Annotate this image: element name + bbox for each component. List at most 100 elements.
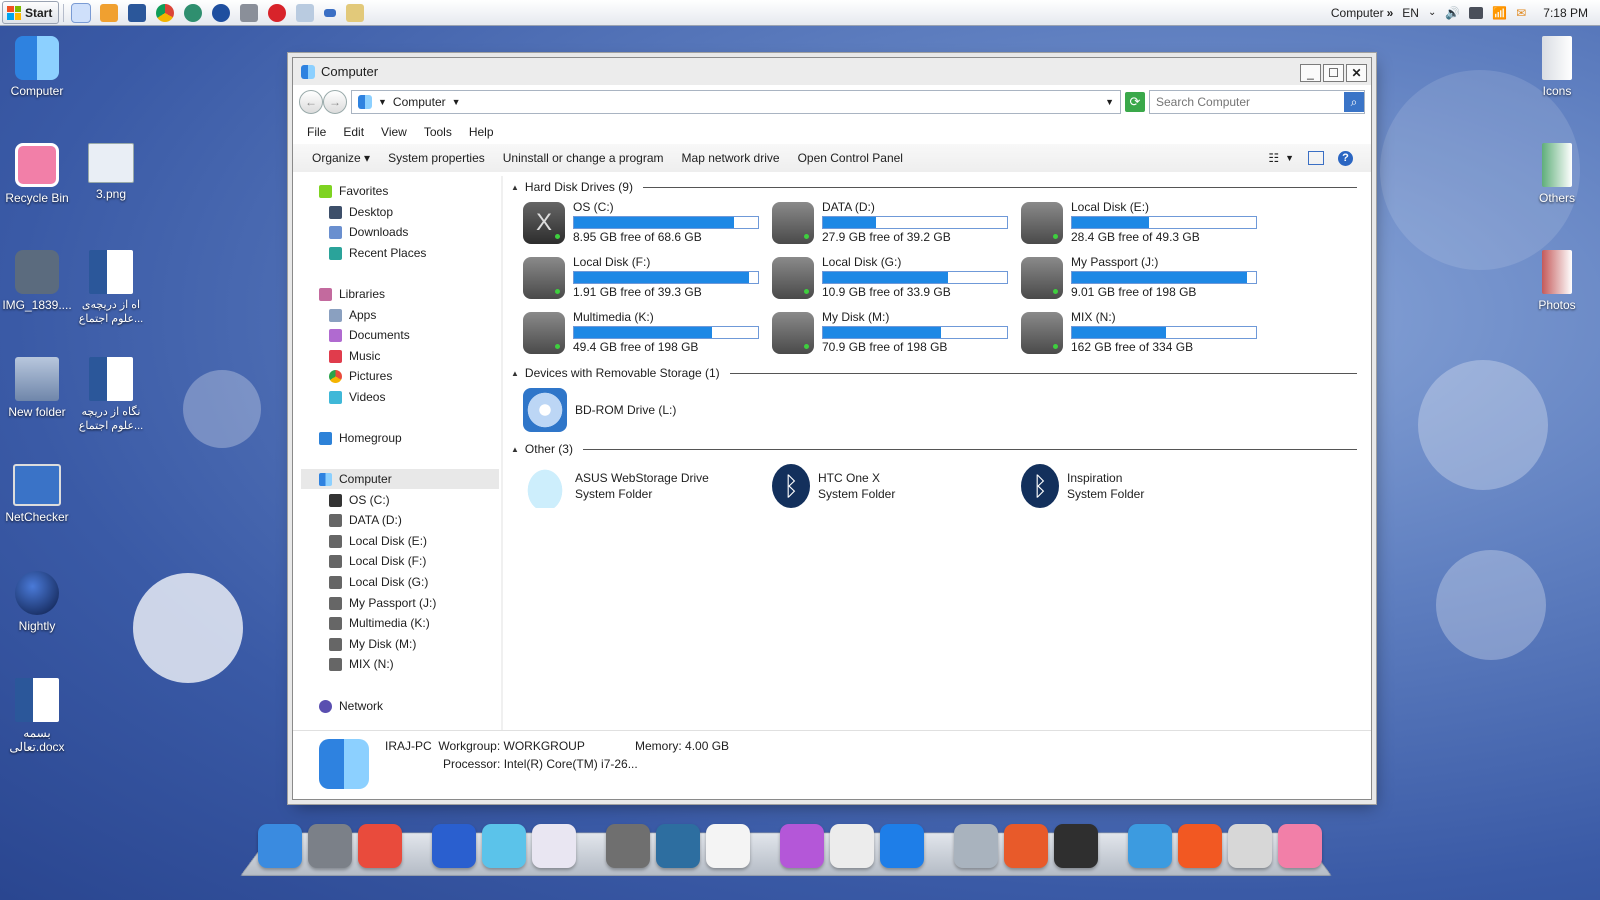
power-icon[interactable] [1178, 824, 1222, 868]
drive-utility-icon[interactable] [954, 824, 998, 868]
nav-drive-g[interactable]: Local Disk (G:) [329, 572, 428, 592]
itunes-icon[interactable] [780, 824, 824, 868]
open-control-panel-button[interactable]: Open Control Panel [789, 151, 912, 165]
location-dropdown-icon[interactable]: ▼ [378, 97, 387, 107]
help-icon[interactable]: ? [1338, 150, 1353, 166]
drive-tile[interactable]: MIX (N:) 162 GB free of 334 GB [1021, 310, 1261, 356]
inspiration-device[interactable]: ᛒ Inspiration System Folder [1021, 464, 1144, 508]
icloud-icon[interactable] [830, 824, 874, 868]
nav-pictures[interactable]: Pictures [329, 366, 392, 386]
nav-drive-j[interactable]: My Passport (J:) [329, 593, 436, 613]
browser-globe-icon[interactable] [212, 3, 231, 22]
desktop-icon-computer[interactable]: Computer [0, 36, 74, 98]
clapperboard-icon[interactable] [482, 824, 526, 868]
menu-view[interactable]: View [381, 125, 407, 139]
minimize-button[interactable]: _ [1300, 64, 1321, 82]
nav-libraries[interactable]: Libraries [319, 284, 385, 304]
collapse-triangle-icon[interactable]: ▲ [511, 369, 519, 378]
drive-tile[interactable]: My Passport (J:) 9.01 GB free of 198 GB [1021, 255, 1261, 301]
maximize-button[interactable]: ☐ [1323, 64, 1344, 82]
pane-splitter[interactable] [501, 176, 503, 730]
drive-tile[interactable]: Local Disk (E:) 28.4 GB free of 49.3 GB [1021, 200, 1261, 246]
htc-one-x-device[interactable]: ᛒ HTC One X System Folder [772, 464, 895, 508]
nav-drive-m[interactable]: My Disk (M:) [329, 634, 416, 654]
nav-drive-c[interactable]: OS (C:) [329, 490, 390, 510]
address-bar[interactable]: ▼ Computer ▼ ▼ [351, 90, 1121, 114]
desktop-icon-nightly[interactable]: Nightly [0, 571, 74, 633]
search-box[interactable]: ⌕ [1149, 90, 1365, 114]
desktop-icon-img[interactable]: IMG_1839.... [0, 250, 74, 312]
trash-icon[interactable] [1278, 824, 1322, 868]
app-store-icon[interactable] [880, 824, 924, 868]
nav-favorites[interactable]: Favorites [319, 181, 388, 201]
chrome-icon[interactable] [156, 3, 175, 22]
view-dropdown-icon[interactable]: ▼ [1285, 153, 1294, 163]
grid-app-icon[interactable] [346, 3, 365, 22]
drive-tile[interactable]: Local Disk (F:) 1.91 GB free of 39.3 GB [523, 255, 763, 301]
group-header-hard-disk-drives[interactable]: ▲ Hard Disk Drives (9) [511, 180, 1357, 194]
desktop-icon-3png[interactable]: 3.png [74, 143, 148, 201]
group-header-other[interactable]: ▲ Other (3) [511, 442, 1357, 456]
search-icon[interactable]: ⌕ [1344, 92, 1364, 112]
desktop-icon-word-doc-3[interactable]: بسمه تعالی.docx [0, 678, 74, 754]
nav-drive-f[interactable]: Local Disk (F:) [329, 551, 426, 571]
desktop-icon-icons[interactable]: Icons [1520, 36, 1594, 98]
launchpad-icon[interactable] [1004, 824, 1048, 868]
uninstall-program-button[interactable]: Uninstall or change a program [494, 151, 673, 165]
breadcrumb-computer[interactable]: Computer [393, 95, 446, 109]
desktop-icon-word-doc-1[interactable]: اه از دریچه‌ی‌ علوم اجتماع... [74, 250, 148, 326]
desktop-icon-netchecker[interactable]: NetChecker [0, 464, 74, 524]
sync-icon[interactable] [184, 3, 203, 22]
tray-chevron-icon[interactable]: ⌄ [1428, 7, 1436, 18]
globe-icon[interactable] [432, 824, 476, 868]
drive-tile[interactable]: X OS (C:) 8.95 GB free of 68.6 GB [523, 200, 763, 246]
hard-drive-icon[interactable] [606, 824, 650, 868]
collapse-triangle-icon[interactable]: ▲ [511, 183, 519, 192]
drive-tile[interactable]: My Disk (M:) 70.9 GB free of 198 GB [772, 310, 1012, 356]
system-preferences-icon[interactable] [308, 824, 352, 868]
nav-drive-k[interactable]: Multimedia (K:) [329, 613, 430, 633]
nav-homegroup[interactable]: Homegroup [319, 428, 402, 448]
tray-arrow-icon[interactable] [324, 8, 337, 17]
mail-tray-icon[interactable]: ✉ [1516, 6, 1526, 20]
calendar-icon[interactable] [240, 3, 259, 22]
nav-drive-n[interactable]: MIX (N:) [329, 654, 394, 674]
nav-computer[interactable]: Computer [301, 469, 499, 489]
organize-button[interactable]: Organize ▾ [293, 151, 379, 165]
language-indicator[interactable]: EN [1402, 6, 1419, 20]
drive-tile[interactable]: Local Disk (G:) 10.9 GB free of 33.9 GB [772, 255, 1012, 301]
osx-icon[interactable] [706, 824, 750, 868]
menu-tools[interactable]: Tools [424, 125, 452, 139]
desktop-icon-photos[interactable]: Photos [1520, 250, 1594, 312]
nav-desktop[interactable]: Desktop [329, 202, 393, 222]
nav-music[interactable]: Music [329, 346, 380, 366]
app-utility-icon[interactable] [1228, 824, 1272, 868]
group-header-removable[interactable]: ▲ Devices with Removable Storage (1) [511, 366, 1357, 380]
start-button[interactable]: Start [2, 1, 60, 24]
word-icon[interactable] [128, 3, 147, 22]
collapse-triangle-icon[interactable]: ▲ [511, 445, 519, 454]
menu-help[interactable]: Help [469, 125, 494, 139]
mavericks-icon[interactable] [656, 824, 700, 868]
refresh-button[interactable]: ⟳ [1125, 92, 1145, 112]
drive-tile[interactable]: Multimedia (K:) 49.4 GB free of 198 GB [523, 310, 763, 356]
explorer-icon[interactable] [71, 2, 92, 23]
menu-file[interactable]: File [307, 125, 326, 139]
finder-icon[interactable] [258, 824, 302, 868]
close-button[interactable]: ✕ [1346, 64, 1367, 82]
info-icon[interactable] [1128, 824, 1172, 868]
search-input[interactable] [1150, 94, 1344, 110]
preview-pane-icon[interactable] [1308, 151, 1324, 165]
volume-icon[interactable]: 🔊 [1445, 6, 1460, 20]
nav-network[interactable]: Network [319, 696, 383, 716]
tray-computer-label[interactable]: Computer [1331, 6, 1384, 20]
tray-expand-chevron-icon[interactable]: » [1387, 6, 1394, 20]
nav-downloads[interactable]: Downloads [329, 222, 408, 242]
title-bar[interactable]: Computer _ ☐ ✕ [293, 58, 1371, 85]
desktop-icon-word-doc-2[interactable]: نگاه از دریچه علوم اجتماع... [74, 357, 148, 433]
notepad-icon[interactable] [296, 3, 315, 22]
change-view-icon[interactable]: ☷ [1268, 151, 1279, 165]
pen-app-icon[interactable] [532, 824, 576, 868]
clock[interactable]: 7:18 PM [1543, 6, 1588, 20]
system-properties-button[interactable]: System properties [379, 151, 494, 165]
